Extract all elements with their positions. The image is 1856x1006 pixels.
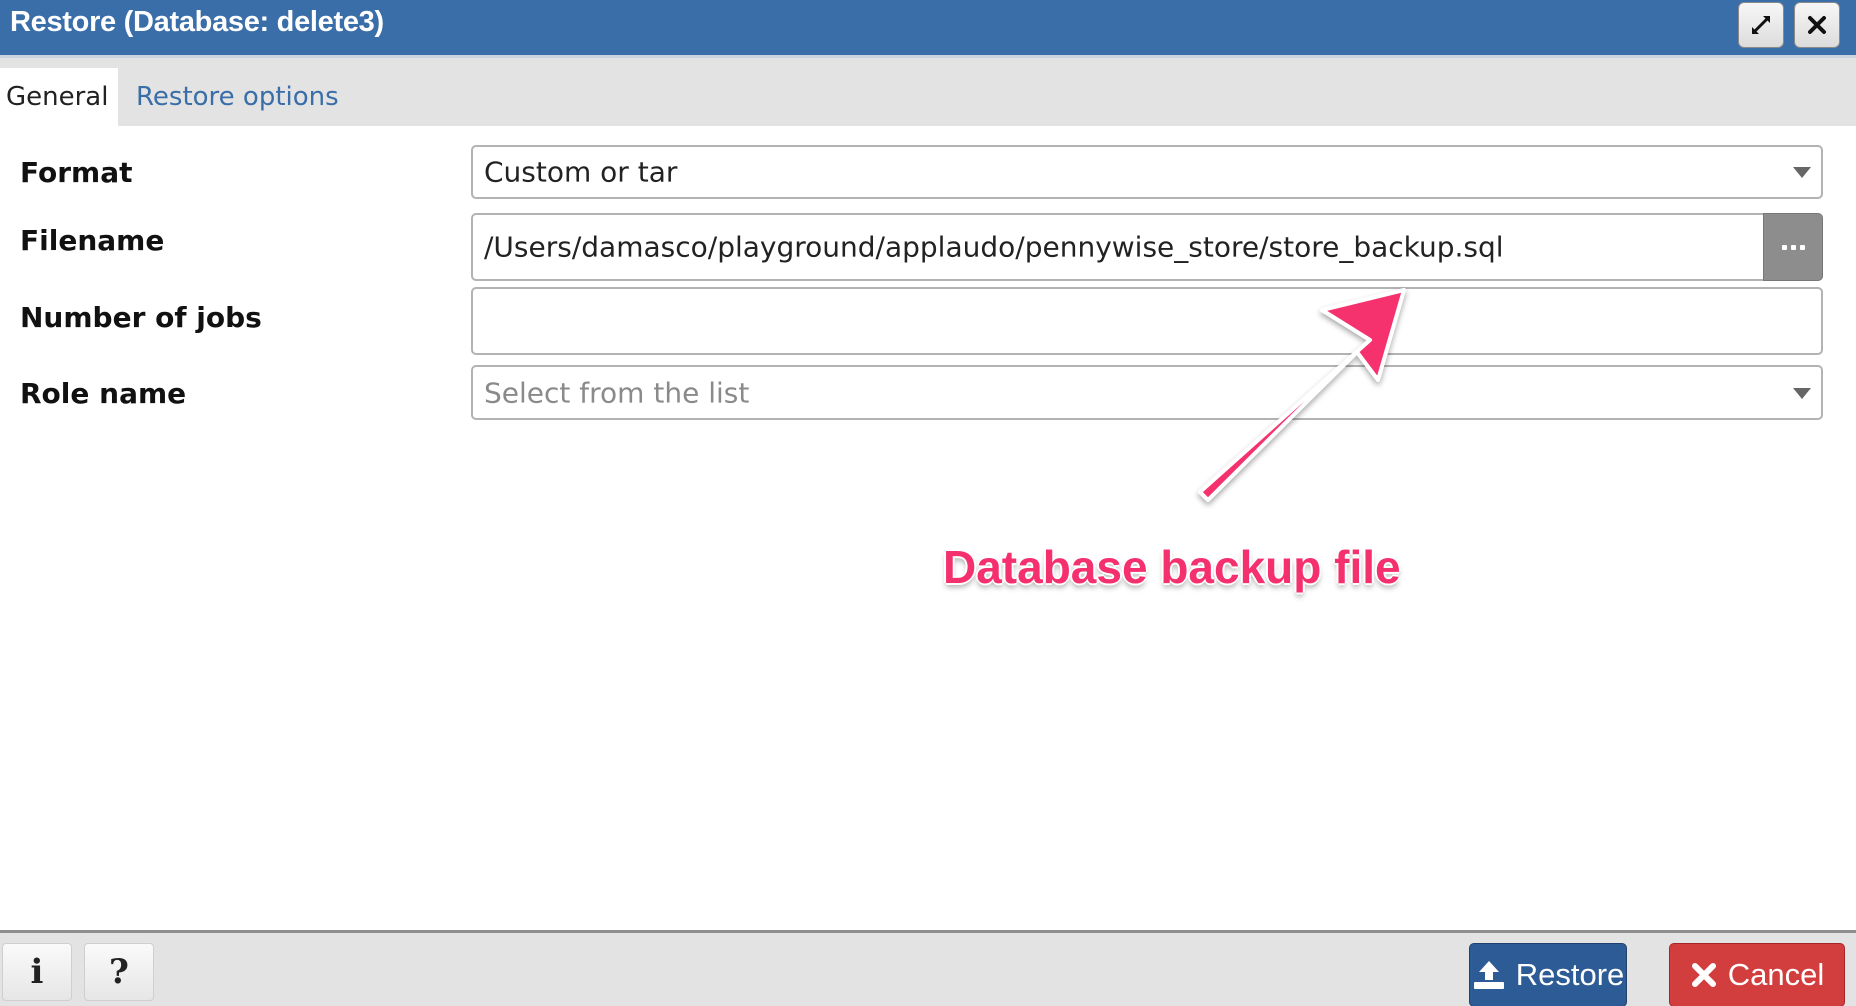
role-placeholder: Select from the list <box>484 376 750 409</box>
format-value: Custom or tar <box>484 155 678 189</box>
jobs-label: Number of jobs <box>20 301 262 334</box>
chevron-down-icon <box>1793 387 1811 399</box>
browse-file-button[interactable] <box>1763 213 1823 281</box>
close-icon <box>1808 16 1826 34</box>
format-label: Format <box>20 156 133 189</box>
tab-bar: General Restore options <box>0 58 1856 126</box>
filename-value: /Users/damasco/playground/applaudo/penny… <box>484 230 1504 264</box>
tab-restore-options[interactable]: Restore options <box>130 68 345 126</box>
close-button[interactable] <box>1794 2 1840 48</box>
cancel-button[interactable]: Cancel <box>1669 943 1845 1006</box>
role-label: Role name <box>20 377 187 410</box>
help-button[interactable]: ? <box>84 943 154 1001</box>
expand-icon <box>1752 16 1770 34</box>
upload-icon <box>1473 961 1504 989</box>
dialog-titlebar: Restore (Database: delete3) <box>0 0 1856 58</box>
restore-button[interactable]: Restore <box>1469 943 1627 1006</box>
maximize-button[interactable] <box>1738 2 1784 48</box>
filename-label: Filename <box>20 224 165 257</box>
filename-input[interactable]: /Users/damasco/playground/applaudo/penny… <box>471 213 1823 281</box>
tab-general[interactable]: General <box>0 68 118 126</box>
chevron-down-icon <box>1793 167 1811 178</box>
ellipsis-icon <box>1781 244 1787 250</box>
format-select[interactable]: Custom or tar <box>471 145 1823 199</box>
dialog-title: Restore (Database: delete3) <box>10 6 384 38</box>
close-icon <box>1691 963 1716 987</box>
cancel-label: Cancel <box>1727 957 1825 992</box>
annotation-caption: Database backup file <box>943 541 1401 593</box>
dialog-footer: i ? Restore Cancel <box>0 930 1856 1006</box>
restore-label: Restore <box>1515 957 1625 992</box>
jobs-input[interactable] <box>471 287 1823 355</box>
role-select[interactable]: Select from the list <box>471 365 1823 420</box>
info-button[interactable]: i <box>2 943 72 1001</box>
